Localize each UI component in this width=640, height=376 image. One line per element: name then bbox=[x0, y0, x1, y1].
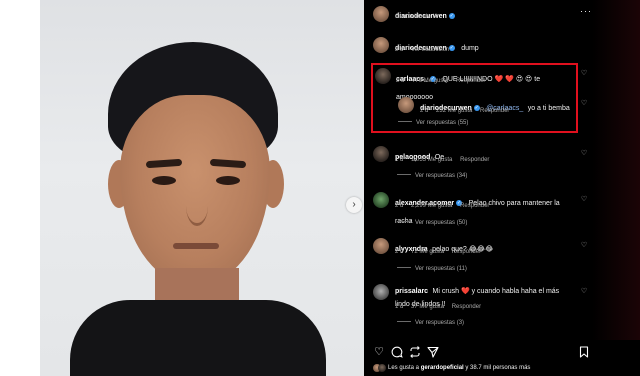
caption-text: dump bbox=[461, 45, 479, 52]
post-photo: › bbox=[0, 0, 364, 376]
reply-button[interactable]: Responder bbox=[460, 203, 489, 209]
reply-avatar[interactable] bbox=[398, 97, 414, 113]
divider-line bbox=[397, 221, 411, 222]
repost-icon[interactable] bbox=[409, 346, 421, 358]
comment-time: 2 d bbox=[395, 203, 404, 209]
photo-mouth bbox=[173, 243, 219, 249]
likes-prefix: Les gusta a bbox=[388, 365, 420, 371]
comment-likes[interactable]: 1,055 Me gusta bbox=[411, 157, 452, 163]
heart-icon[interactable]: ♡ bbox=[580, 242, 588, 250]
comment-meta: 2 d 776 Me gusta Responder bbox=[396, 78, 491, 84]
divider-line bbox=[398, 121, 412, 122]
view-replies-label: Ver respuestas (11) bbox=[415, 266, 467, 272]
photo-shirt bbox=[70, 300, 326, 376]
photo-margin bbox=[0, 0, 40, 376]
view-replies-button[interactable]: Ver respuestas (11) bbox=[397, 266, 467, 272]
caption-avatar[interactable] bbox=[373, 37, 389, 53]
comment-time: 1 d bbox=[395, 157, 404, 163]
comment-likes[interactable]: 776 Me gusta bbox=[412, 78, 448, 84]
photo-nose bbox=[186, 186, 208, 226]
reply-button[interactable]: Responder bbox=[452, 249, 481, 255]
heart-icon[interactable]: ♡ bbox=[580, 288, 588, 296]
view-replies-label: Ver respuestas (55) bbox=[416, 120, 469, 126]
heart-icon[interactable]: ♡ bbox=[580, 150, 588, 158]
comment-avatar[interactable] bbox=[375, 68, 391, 84]
divider-line bbox=[397, 267, 411, 268]
author-avatar[interactable] bbox=[373, 6, 389, 22]
reply-button[interactable]: Responder bbox=[480, 108, 509, 114]
liked-by-user[interactable]: gerardopeficial bbox=[421, 365, 464, 371]
comment-likes[interactable]: 72 Me gusta bbox=[411, 249, 444, 255]
comment-text: yo a ti bemba bbox=[527, 105, 570, 112]
heart-icon[interactable]: ♡ bbox=[373, 346, 385, 358]
comment-likes[interactable]: 232 Me gusta bbox=[436, 108, 472, 114]
reply-button[interactable]: Responder bbox=[456, 78, 485, 84]
comment-likes[interactable]: 2,299 Me gusta bbox=[411, 203, 452, 209]
reply-button[interactable]: Responder bbox=[452, 304, 481, 310]
photo-eye-left bbox=[152, 176, 176, 185]
caption-time: 2 d bbox=[395, 47, 404, 53]
view-replies-button[interactable]: Ver respuestas (34) bbox=[397, 173, 467, 179]
chevron-right-icon[interactable]: › bbox=[346, 197, 362, 213]
comment-meta: 1 d 37 Me gusta Responder bbox=[395, 304, 487, 310]
comment-time: 2 d bbox=[395, 249, 404, 255]
more-dots-icon[interactable]: ··· bbox=[580, 6, 592, 16]
view-replies-label: Ver respuestas (34) bbox=[415, 173, 468, 179]
comment-avatar[interactable] bbox=[373, 284, 389, 300]
likes-suffix: y 38.7 mil personas más bbox=[465, 365, 531, 371]
comment-icon[interactable] bbox=[391, 346, 403, 358]
send-icon[interactable] bbox=[427, 346, 439, 358]
ai-content-label[interactable]: Contenido de IA bbox=[395, 14, 438, 20]
comment-likes[interactable]: 37 Me gusta bbox=[411, 304, 444, 310]
comment-meta: 2 d 72 Me gusta Responder bbox=[395, 249, 487, 255]
comment-avatar[interactable] bbox=[373, 238, 389, 254]
caption-meta: 2 d Ver traducción bbox=[395, 47, 455, 53]
view-replies-button[interactable]: Ver respuestas (3) bbox=[397, 320, 464, 326]
panel-edge-shade bbox=[592, 0, 640, 376]
heart-icon[interactable]: ♡ bbox=[580, 196, 588, 204]
liker-avatar[interactable] bbox=[378, 364, 386, 372]
comment-meta: 2 d 2,299 Me gusta Responder bbox=[395, 203, 495, 209]
comment-meta: 2 d 232 Me gusta Responder bbox=[420, 108, 515, 114]
comment-avatar[interactable] bbox=[373, 192, 389, 208]
comment-time: 2 d bbox=[420, 108, 429, 114]
comment-meta: 1 d 1,055 Me gusta Responder bbox=[395, 157, 495, 163]
comment-time: 2 d bbox=[396, 78, 405, 84]
view-replies-label: Ver respuestas (50) bbox=[415, 220, 468, 226]
bookmark-icon[interactable] bbox=[578, 346, 590, 358]
reply-button[interactable]: Responder bbox=[460, 157, 489, 163]
translate-link[interactable]: Ver traducción bbox=[411, 47, 449, 53]
heart-icon[interactable]: ♡ bbox=[580, 70, 588, 78]
divider-line bbox=[397, 321, 411, 322]
comment-avatar[interactable] bbox=[373, 146, 389, 162]
view-replies-label: Ver respuestas (3) bbox=[415, 320, 465, 326]
heart-icon[interactable]: ♡ bbox=[580, 100, 588, 108]
verified-badge-icon: ✓ bbox=[448, 13, 455, 19]
photo-eye-right bbox=[216, 176, 240, 185]
comment-username[interactable]: prissalarc bbox=[395, 288, 428, 295]
view-replies-button[interactable]: Ver respuestas (50) bbox=[397, 220, 467, 226]
view-replies-button[interactable]: Ver respuestas (55) bbox=[398, 120, 468, 126]
likes-summary[interactable]: Les gusta a gerardopeficial y 38.7 mil p… bbox=[388, 365, 530, 371]
divider-line bbox=[397, 174, 411, 175]
comment-time: 1 d bbox=[395, 304, 404, 310]
